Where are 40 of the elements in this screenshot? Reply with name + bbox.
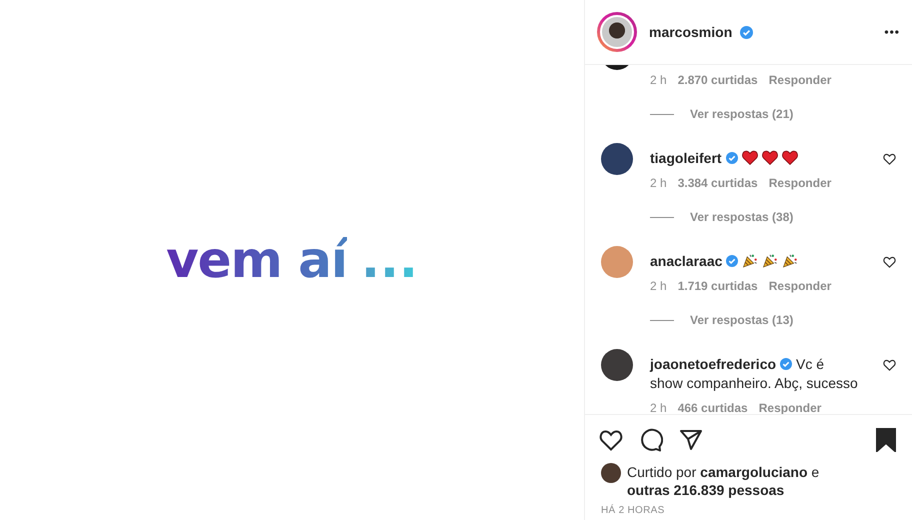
- reply-link[interactable]: Responder: [768, 73, 832, 87]
- view-replies-link[interactable]: Ver respostas (13): [690, 313, 794, 327]
- avatar[interactable]: [601, 463, 621, 483]
- heart-icon[interactable]: [883, 153, 896, 165]
- reply-link[interactable]: Responder: [768, 176, 832, 190]
- bookmark-icon[interactable]: [874, 428, 898, 452]
- liked-by-text: Curtido por camargoluciano e outras 216.839 pessoas: [627, 463, 820, 499]
- view-replies-link[interactable]: Ver respostas (38): [690, 210, 794, 224]
- like-count[interactable]: 3.384 curtidas: [678, 176, 758, 190]
- heart-emoji-icon: [782, 150, 798, 165]
- heart-emoji-icon: [762, 150, 778, 165]
- comment-time: 2 h: [650, 401, 667, 414]
- avatar[interactable]: [601, 143, 633, 175]
- like-count[interactable]: 466 curtidas: [678, 401, 748, 414]
- party-popper-icon: [782, 253, 798, 268]
- like-count[interactable]: 1.719 curtidas: [678, 279, 758, 293]
- like-count[interactable]: 2.870 curtidas: [678, 73, 758, 87]
- username[interactable]: marcosmion: [649, 24, 732, 40]
- heart-icon[interactable]: [599, 428, 623, 452]
- comment-username[interactable]: tiagoleifert: [650, 150, 722, 166]
- heart-emoji-icon: [742, 150, 758, 165]
- avatar: [600, 15, 634, 49]
- comment-icon[interactable]: [639, 428, 663, 452]
- reply-link[interactable]: Responder: [768, 279, 832, 293]
- comment-username[interactable]: joaonetoefrederico: [650, 356, 776, 372]
- post-timestamp[interactable]: HÁ 2 HORAS: [585, 499, 912, 520]
- comment-time: 2 h: [650, 73, 667, 87]
- comment-time: 2 h: [650, 279, 667, 293]
- heart-icon[interactable]: [883, 359, 896, 371]
- view-replies-link[interactable]: Ver respostas (21): [690, 107, 794, 121]
- more-options-button[interactable]: •••: [884, 25, 900, 39]
- party-popper-icon: [742, 253, 758, 268]
- party-popper-icon: [762, 253, 778, 268]
- comment-username[interactable]: anaclaraac: [650, 253, 722, 269]
- send-icon[interactable]: [679, 428, 703, 452]
- heart-icon[interactable]: [883, 256, 896, 268]
- comment-time: 2 h: [650, 176, 667, 190]
- comment-text: joaonetoefrederico Vc é show companheiro. Abç, sucesso: [650, 355, 859, 393]
- avatar[interactable]: [601, 349, 633, 381]
- avatar-ring[interactable]: [597, 12, 637, 52]
